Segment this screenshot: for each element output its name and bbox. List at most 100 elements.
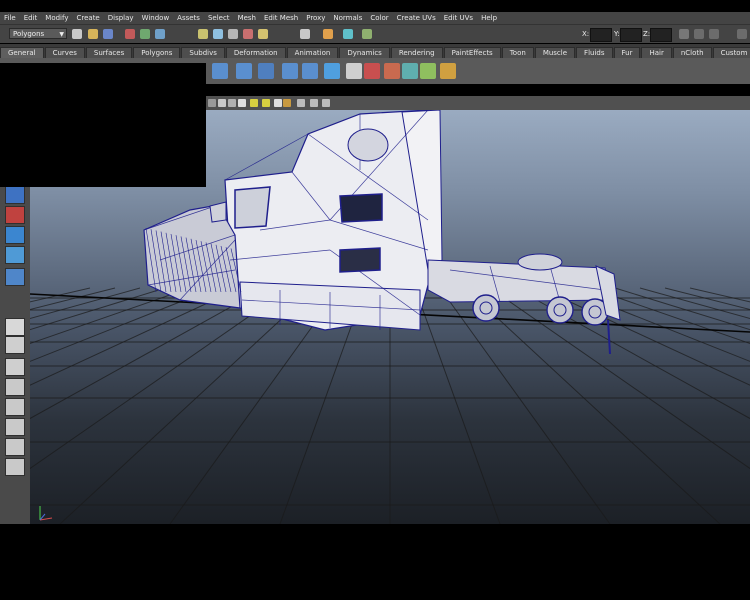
snap-curve-icon[interactable] xyxy=(213,29,223,39)
move-tool-icon[interactable] xyxy=(5,246,25,264)
snap-plane-icon[interactable] xyxy=(243,29,253,39)
unparent-icon[interactable] xyxy=(302,63,318,79)
render-view-icon[interactable] xyxy=(384,63,400,79)
menu-item-color[interactable]: Color xyxy=(366,14,392,22)
select-tool-icon[interactable] xyxy=(5,186,25,204)
shelf-tab-ncloth[interactable]: nCloth xyxy=(672,47,712,58)
y-field[interactable] xyxy=(620,28,642,42)
menu-item-edit-mesh[interactable]: Edit Mesh xyxy=(260,14,302,22)
make-live-icon[interactable] xyxy=(258,29,268,39)
render-settings-icon[interactable] xyxy=(362,29,372,39)
snap-grid-icon[interactable] xyxy=(198,29,208,39)
ipr-render-icon[interactable] xyxy=(343,29,353,39)
panel-tool-3-icon[interactable] xyxy=(238,99,246,107)
chevron-down-icon: ▼ xyxy=(59,31,64,38)
menu-item-proxy[interactable]: Proxy xyxy=(302,14,329,22)
group-icon[interactable] xyxy=(236,63,252,79)
view-axis-icon xyxy=(39,506,53,521)
select-object-icon[interactable] xyxy=(140,29,150,39)
new-scene-icon[interactable] xyxy=(72,29,82,39)
ungroup-icon[interactable] xyxy=(258,63,274,79)
menu-item-normals[interactable]: Normals xyxy=(329,14,366,22)
menu-item-assets[interactable]: Assets xyxy=(173,14,204,22)
shelf-tab-rendering[interactable]: Rendering xyxy=(390,47,443,58)
menu-item-select[interactable]: Select xyxy=(204,14,234,22)
menu-item-create[interactable]: Create xyxy=(72,14,103,22)
panel-tool-7-icon[interactable] xyxy=(283,99,291,107)
x-field[interactable] xyxy=(590,28,612,42)
black-overlay xyxy=(0,63,206,187)
shelf-tab-deformation[interactable]: Deformation xyxy=(225,47,286,58)
layout-graph-icon[interactable] xyxy=(5,398,25,416)
delete-history-icon[interactable] xyxy=(346,63,362,79)
shelf-tab-fur[interactable]: Fur xyxy=(613,47,641,58)
rotate-tool-icon[interactable] xyxy=(5,268,25,286)
z-field[interactable] xyxy=(650,28,672,42)
render-current-icon[interactable] xyxy=(402,63,418,79)
channel-box-icon[interactable] xyxy=(694,29,704,39)
truck-wireframe xyxy=(143,110,621,355)
layout-uv-icon[interactable] xyxy=(5,458,25,476)
shelf-tab-toon[interactable]: Toon xyxy=(501,47,534,58)
layout-four-icon[interactable] xyxy=(5,358,25,376)
select-component-icon[interactable] xyxy=(155,29,165,39)
menu-item-create-uvs[interactable]: Create UVs xyxy=(393,14,440,22)
menu-item-mesh[interactable]: Mesh xyxy=(234,14,260,22)
scale-tool-icon[interactable] xyxy=(5,318,25,336)
shelf-tab-muscle[interactable]: Muscle xyxy=(534,47,576,58)
ipr-icon[interactable] xyxy=(420,63,436,79)
menu-item-modify[interactable]: Modify xyxy=(41,14,72,22)
shelf-tab-custom[interactable]: Custom xyxy=(712,47,750,58)
layout-outliner-icon[interactable] xyxy=(5,378,25,396)
tool-settings-icon[interactable] xyxy=(737,29,747,39)
menu-item-edit[interactable]: Edit xyxy=(20,14,42,22)
status-line: Polygons ▼ X: Y: Z: xyxy=(0,24,750,43)
shelf-tab-animation[interactable]: Animation xyxy=(286,47,339,58)
panel-tool-6-icon[interactable] xyxy=(274,99,282,107)
attribute-editor-icon[interactable] xyxy=(709,29,719,39)
menu-item-display[interactable]: Display xyxy=(104,14,138,22)
y-label: Y: xyxy=(614,30,620,38)
layout-render-icon[interactable] xyxy=(5,438,25,456)
menu-item-edit-uvs[interactable]: Edit UVs xyxy=(440,14,477,22)
snap-point-icon[interactable] xyxy=(228,29,238,39)
layout-hypershade-icon[interactable] xyxy=(5,418,25,436)
panel-tool-9-icon[interactable] xyxy=(310,99,318,107)
mode-select[interactable]: Polygons ▼ xyxy=(9,28,67,39)
shelf-tab-surfaces[interactable]: Surfaces xyxy=(85,47,133,58)
panel-tool-2-icon[interactable] xyxy=(228,99,236,107)
panel-tool-8-icon[interactable] xyxy=(297,99,305,107)
menu-item-window[interactable]: Window xyxy=(138,14,174,22)
hypershade-icon[interactable] xyxy=(364,63,380,79)
panel-tool-0-icon[interactable] xyxy=(208,99,216,107)
freeze-transforms-icon[interactable] xyxy=(324,63,340,79)
x-label: X: xyxy=(582,30,590,38)
select-hierarchy-icon[interactable] xyxy=(125,29,135,39)
mode-select-value: Polygons xyxy=(13,30,45,38)
shelf-tab-dynamics[interactable]: Dynamics xyxy=(339,47,390,58)
panel-tool-10-icon[interactable] xyxy=(322,99,330,107)
move-pivot-icon[interactable] xyxy=(212,63,228,79)
open-scene-icon[interactable] xyxy=(88,29,98,39)
menu-item-help[interactable]: Help xyxy=(477,14,501,22)
shelf-tab-painteffects[interactable]: PaintEffects xyxy=(443,47,501,58)
shelf-tab-hair[interactable]: Hair xyxy=(641,47,672,58)
parent-icon[interactable] xyxy=(282,63,298,79)
render-icon[interactable] xyxy=(323,29,333,39)
shelf-tab-curves[interactable]: Curves xyxy=(44,47,85,58)
panel-tool-4-icon[interactable] xyxy=(250,99,258,107)
shelf-tab-general[interactable]: General xyxy=(0,47,44,58)
shelf-tab-subdivs[interactable]: Subdivs xyxy=(181,47,225,58)
panel-tool-5-icon[interactable] xyxy=(262,99,270,107)
history-icon[interactable] xyxy=(300,29,310,39)
shelf-tab-fluids[interactable]: Fluids xyxy=(576,47,613,58)
shelf-tab-polygons[interactable]: Polygons xyxy=(133,47,181,58)
save-scene-icon[interactable] xyxy=(103,29,113,39)
paint-brush-icon[interactable] xyxy=(440,63,456,79)
lock-icon[interactable] xyxy=(679,29,689,39)
panel-tool-1-icon[interactable] xyxy=(218,99,226,107)
menu-item-file[interactable]: File xyxy=(0,14,20,22)
lasso-tool-icon[interactable] xyxy=(5,206,25,224)
layout-single-icon[interactable] xyxy=(5,336,25,354)
paint-select-icon[interactable] xyxy=(5,226,25,244)
